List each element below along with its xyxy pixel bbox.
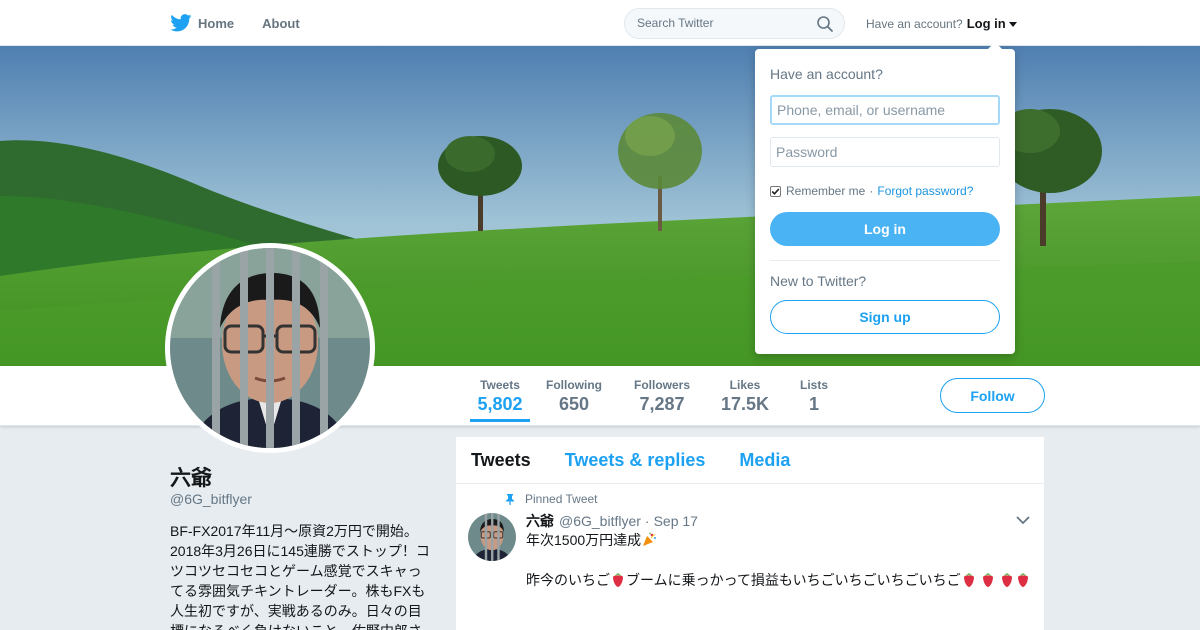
tweets-timeline: Tweets Tweets & replies Media Pinned Twe…	[456, 437, 1044, 630]
login-dropdown: Have an account? Remember me · Forgot pa…	[755, 42, 1015, 354]
nav-home[interactable]: Home	[170, 14, 234, 32]
chevron-down-icon[interactable]	[1016, 515, 1030, 525]
strawberry-icon	[1017, 573, 1028, 587]
nav-about-label: About	[262, 15, 300, 31]
tweet-author-name[interactable]: 六爺	[526, 511, 554, 531]
account-prompt: Have an account?	[866, 16, 963, 31]
pinned-indicator: Pinned Tweet	[504, 492, 598, 506]
avatar-image	[170, 248, 370, 448]
stat-value: 5,802	[477, 394, 523, 414]
new-to-twitter-label: New to Twitter?	[770, 273, 867, 289]
dropdown-title: Have an account?	[770, 66, 883, 82]
username-field[interactable]	[770, 95, 1000, 125]
stat-tweets[interactable]: Tweets 5,802	[470, 378, 530, 422]
stat-label: Lists	[799, 378, 828, 392]
nav-home-label: Home	[198, 15, 235, 31]
search-icon[interactable]	[816, 15, 834, 33]
stat-value: 650	[558, 394, 590, 414]
party-popper-icon	[643, 532, 657, 546]
stat-label: Followers	[633, 378, 690, 392]
pin-icon	[506, 494, 514, 505]
tweet-date[interactable]: Sep 17	[654, 513, 698, 529]
login-menu-toggle[interactable]: Have an account? Log in	[866, 16, 1017, 31]
stat-lists[interactable]: Lists 1	[798, 378, 830, 415]
stat-label: Following	[546, 378, 602, 392]
profile-name[interactable]: 六爺	[170, 462, 212, 492]
tweet-header: 六爺 @6G_bitflyer · Sep 17	[526, 511, 698, 531]
strawberry-icon	[1001, 573, 1012, 587]
dropdown-divider	[770, 260, 1000, 261]
tab-tweets-replies[interactable]: Tweets & replies	[565, 450, 706, 471]
strawberry-icon	[613, 573, 623, 587]
strawberry-icon	[963, 573, 974, 587]
top-nav: Home About Have an account? Log in	[0, 0, 1200, 46]
forgot-password-link[interactable]: Forgot password?	[877, 184, 973, 198]
stat-value: 1	[808, 394, 819, 414]
remember-row: Remember me · Forgot password?	[770, 184, 973, 198]
profile-avatar[interactable]	[165, 243, 375, 453]
follow-button[interactable]: Follow	[940, 378, 1045, 413]
search-input[interactable]	[637, 16, 807, 30]
stat-value: 17.5K	[720, 394, 770, 414]
pinned-label: Pinned Tweet	[525, 492, 598, 506]
search-box	[624, 8, 845, 39]
nav-about[interactable]: About	[262, 16, 300, 31]
tweet-avatar[interactable]	[468, 513, 516, 561]
nav-left: Home About	[170, 0, 328, 46]
profile-bio: BF-FX2017年11月～原資2万円で開始。2018年3月26日に145連勝で…	[170, 523, 430, 630]
tweet-line-1: 年次1500万円達成	[526, 532, 642, 548]
timeline-tabs: Tweets Tweets & replies Media	[456, 437, 1044, 484]
remember-checkbox[interactable]	[770, 185, 781, 197]
dropdown-arrow	[987, 42, 1003, 50]
tweet-separator: ·	[644, 513, 650, 529]
login-button[interactable]: Log in	[770, 212, 1000, 246]
stat-label: Tweets	[480, 378, 520, 392]
tweet-avatar-image	[468, 513, 516, 561]
tab-media[interactable]: Media	[739, 450, 790, 471]
tweet-author-handle[interactable]: @6G_bitflyer	[559, 513, 641, 529]
stat-label: Likes	[729, 378, 761, 392]
tweet-line-2: 昨今のいちご	[526, 572, 610, 588]
signup-button[interactable]: Sign up	[770, 300, 1000, 334]
stat-likes[interactable]: Likes 17.5K	[720, 378, 770, 415]
stat-followers[interactable]: Followers 7,287	[633, 378, 691, 415]
tab-tweets[interactable]: Tweets	[471, 450, 531, 471]
tweet-text: 年次1500万円達成 昨今のいちご ブームに乗っかって損益もいちごいちごいちごいち…	[526, 530, 1031, 610]
stat-following[interactable]: Following 650	[545, 378, 603, 415]
password-field[interactable]	[770, 137, 1000, 167]
strawberry-icon	[982, 573, 993, 587]
tweet-line-2b: ブームに乗っかって損益もいちごいちごいちごいちご	[626, 572, 961, 588]
stat-value: 7,287	[639, 394, 685, 414]
remember-label[interactable]: Remember me	[786, 184, 865, 198]
login-link[interactable]: Log in	[967, 16, 1006, 31]
remember-separator: ·	[869, 184, 874, 198]
caret-down-icon	[1008, 21, 1017, 27]
twitter-bird-icon	[170, 14, 192, 32]
profile-handle[interactable]: @6G_bitflyer	[170, 491, 252, 507]
